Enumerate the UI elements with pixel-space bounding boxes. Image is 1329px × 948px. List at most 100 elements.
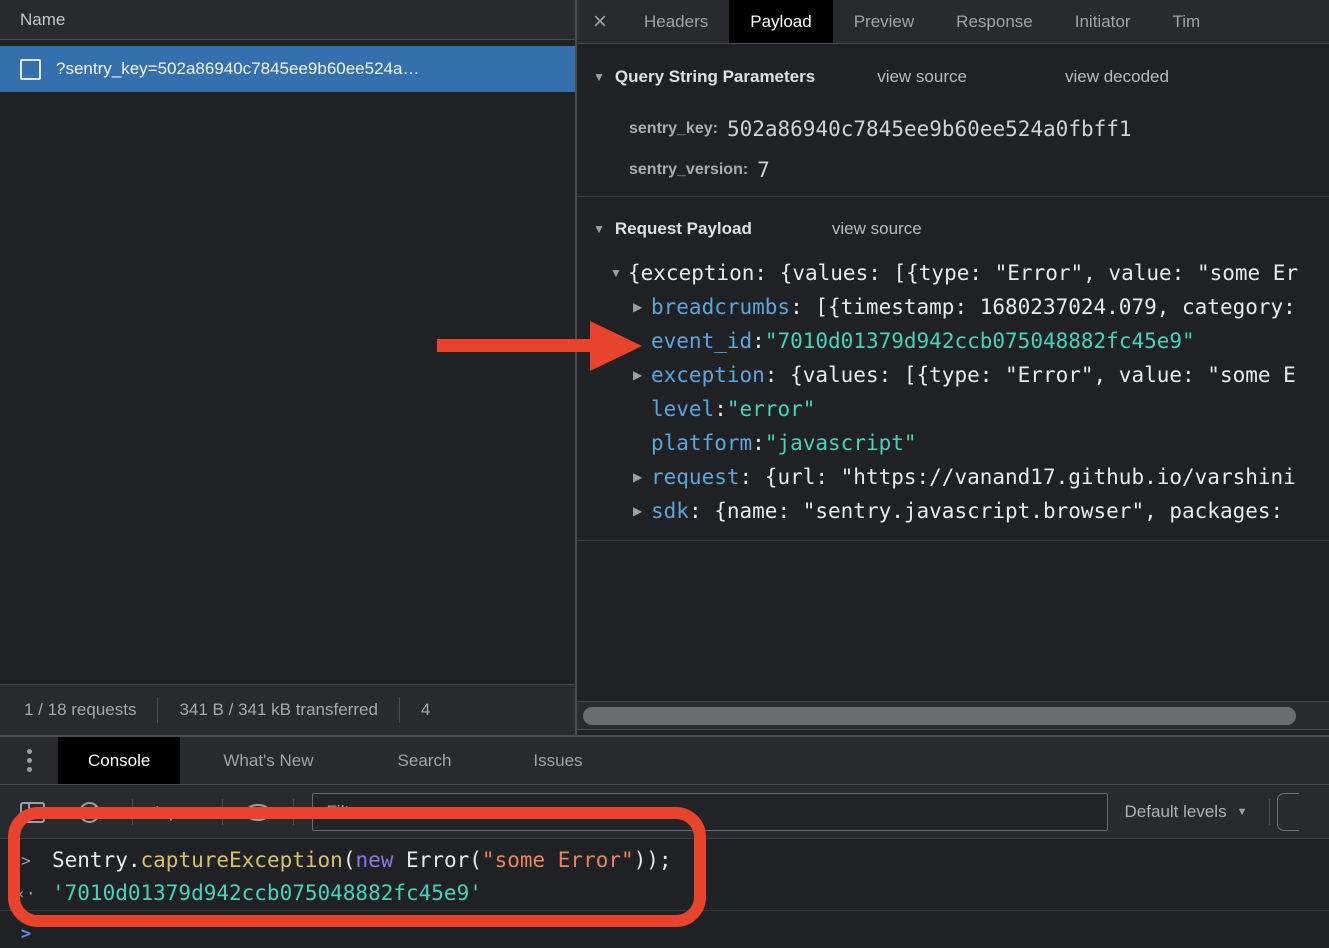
token-plain: )); [634,848,672,872]
payload-row[interactable]: ▶exception: {values: [{type: "Error", va… [577,358,1329,392]
console-result-message[interactable]: ‹· '7010d01379d942ccb075048882fc45e9' [0,878,1329,908]
payload-row[interactable]: platform: "javascript" [577,426,1329,460]
chevron-down-icon: ▼ [189,806,200,818]
collapse-icon[interactable]: ▼ [593,70,605,84]
tab-headers[interactable]: Headers [623,0,729,43]
console-input-message[interactable]: > Sentry.captureException(new Error("som… [0,842,1329,878]
view-decoded-link[interactable]: view decoded [1065,67,1169,87]
token-str: "7010d01379d942ccb075048882fc45e9" [765,329,1195,353]
chevron-down-icon: ▼ [1237,806,1248,818]
issues-button-partial[interactable] [1277,793,1299,831]
clear-console-icon[interactable] [79,802,100,823]
requests-count: 1 / 18 requests [24,700,136,720]
token-ostr: "some Error" [482,848,634,872]
payload-row[interactable]: ▶sdk: {name: "sentry.javascript.browser"… [577,494,1329,528]
token-plain: Sentry. [52,848,141,872]
status-divider [157,697,158,723]
token-key: platform [651,431,752,455]
network-request-row[interactable]: ?sentry_key=502a86940c7845ee9b60ee524a… [0,46,575,92]
tab-issues[interactable]: Issues [508,737,607,784]
query-param-row: sentry_key: 502a86940c7845ee9b60ee524a0f… [629,112,1132,146]
tab-initiator[interactable]: Initiator [1054,0,1152,43]
param-key: sentry_version: [629,161,748,179]
scrollbar-thumb[interactable] [583,707,1296,725]
token-str: "error" [727,397,816,421]
token-key: event_id [651,329,752,353]
token-plain: : [752,431,765,455]
token-key: level [651,397,714,421]
request-payload-title: Request Payload [615,219,752,239]
console-drawer: Console What's New Search Issues top ▼ D… [0,735,1329,948]
request-name-label: ?sentry_key=502a86940c7845ee9b60ee524a… [56,59,419,79]
tab-response[interactable]: Response [935,0,1054,43]
payload-row[interactable]: level: "error" [577,392,1329,426]
token-str: '7010d01379d942ccb075048882fc45e9' [52,881,482,905]
view-source-link[interactable]: view source [832,219,922,239]
token-plain: : [714,397,727,421]
console-prompt-row[interactable]: > [0,918,52,948]
console-messages: > Sentry.captureException(new Error("som… [0,840,1329,948]
toolbar-divider [222,799,223,825]
token-plain: {exception: {values: [{type: "Error", va… [628,261,1298,285]
log-levels-dropdown[interactable]: Default levels ▼ [1125,802,1248,822]
expand-icon[interactable]: ▶ [633,368,651,382]
network-name-column-header[interactable]: Name [0,0,575,40]
devtools-window: Name ?sentry_key=502a86940c7845ee9b60ee5… [0,0,1329,948]
token-key: request [651,465,740,489]
payload-row[interactable]: ▼{exception: {values: [{type: "Error", v… [577,256,1329,290]
param-key: sentry_key: [629,120,718,138]
query-param-row: sentry_version: 7 [629,153,770,187]
return-value-icon: ‹· [0,884,52,903]
console-sidebar-icon[interactable] [20,802,45,823]
tab-console[interactable]: Console [58,737,180,784]
payload-row[interactable]: event_id: "7010d01379d942ccb075048882fc4… [577,324,1329,358]
tab-timing[interactable]: Tim [1151,0,1221,43]
close-icon[interactable]: × [577,0,623,43]
network-panel: Name ?sentry_key=502a86940c7845ee9b60ee5… [0,0,575,735]
section-divider [577,196,1329,197]
token-str: "javascript" [765,431,917,455]
status-clipped: 4 [421,700,430,720]
token-plain: : [752,329,765,353]
request-payload-section-header: ▼ Request Payload view source [577,212,922,246]
horizontal-scrollbar[interactable] [577,701,1329,730]
request-details-panel: × Headers Payload Preview Response Initi… [577,0,1329,735]
expand-icon[interactable]: ▶ [633,470,651,484]
console-input-chevron-icon: > [0,851,52,870]
token-plain: Error( [393,848,482,872]
tab-payload[interactable]: Payload [729,0,832,43]
expand-icon[interactable]: ▶ [633,504,651,518]
network-status-bar: 1 / 18 requests 341 B / 341 kB transferr… [0,684,575,735]
status-divider [399,697,400,723]
expand-icon[interactable]: ▶ [633,300,651,314]
view-source-link[interactable]: view source [877,67,967,87]
token-key: sdk [651,499,689,523]
payload-row[interactable]: ▶request: {url: "https://vanand17.github… [577,460,1329,494]
more-tools-menu-icon[interactable] [0,737,58,784]
tab-search[interactable]: Search [373,737,477,784]
token-fn: captureException [141,848,343,872]
token-plain: : {url: "https://vanand17.github.io/vars… [740,465,1296,489]
transferred-size: 341 B / 341 kB transferred [179,700,377,720]
tab-preview[interactable]: Preview [833,0,935,43]
details-tab-strip: × Headers Payload Preview Response Initi… [577,0,1329,44]
param-value: 502a86940c7845ee9b60ee524a0fbff1 [727,117,1132,141]
token-key: exception [651,363,765,387]
toolbar-divider [293,799,294,825]
query-string-section-header: ▼ Query String Parameters view source vi… [577,60,1169,94]
payload-row[interactable]: ▶breadcrumbs: [{timestamp: 1680237024.07… [577,290,1329,324]
param-value: 7 [757,158,770,182]
console-code: Sentry.captureException(new Error("some … [52,848,672,872]
payload-tree: ▼{exception: {values: [{type: "Error", v… [577,256,1329,528]
console-filter-input[interactable] [312,793,1108,831]
javascript-context-selector[interactable]: top ▼ [155,802,200,822]
create-live-expression-eye-icon[interactable] [245,804,271,821]
log-levels-label: Default levels [1125,802,1227,822]
tab-whats-new[interactable]: What's New [198,737,338,784]
toolbar-divider [1269,799,1270,825]
request-checkbox[interactable] [20,59,41,80]
collapse-icon[interactable]: ▼ [610,266,628,280]
token-plain: ( [343,848,356,872]
collapse-icon[interactable]: ▼ [593,222,605,236]
console-prompt-divider [0,910,1329,911]
